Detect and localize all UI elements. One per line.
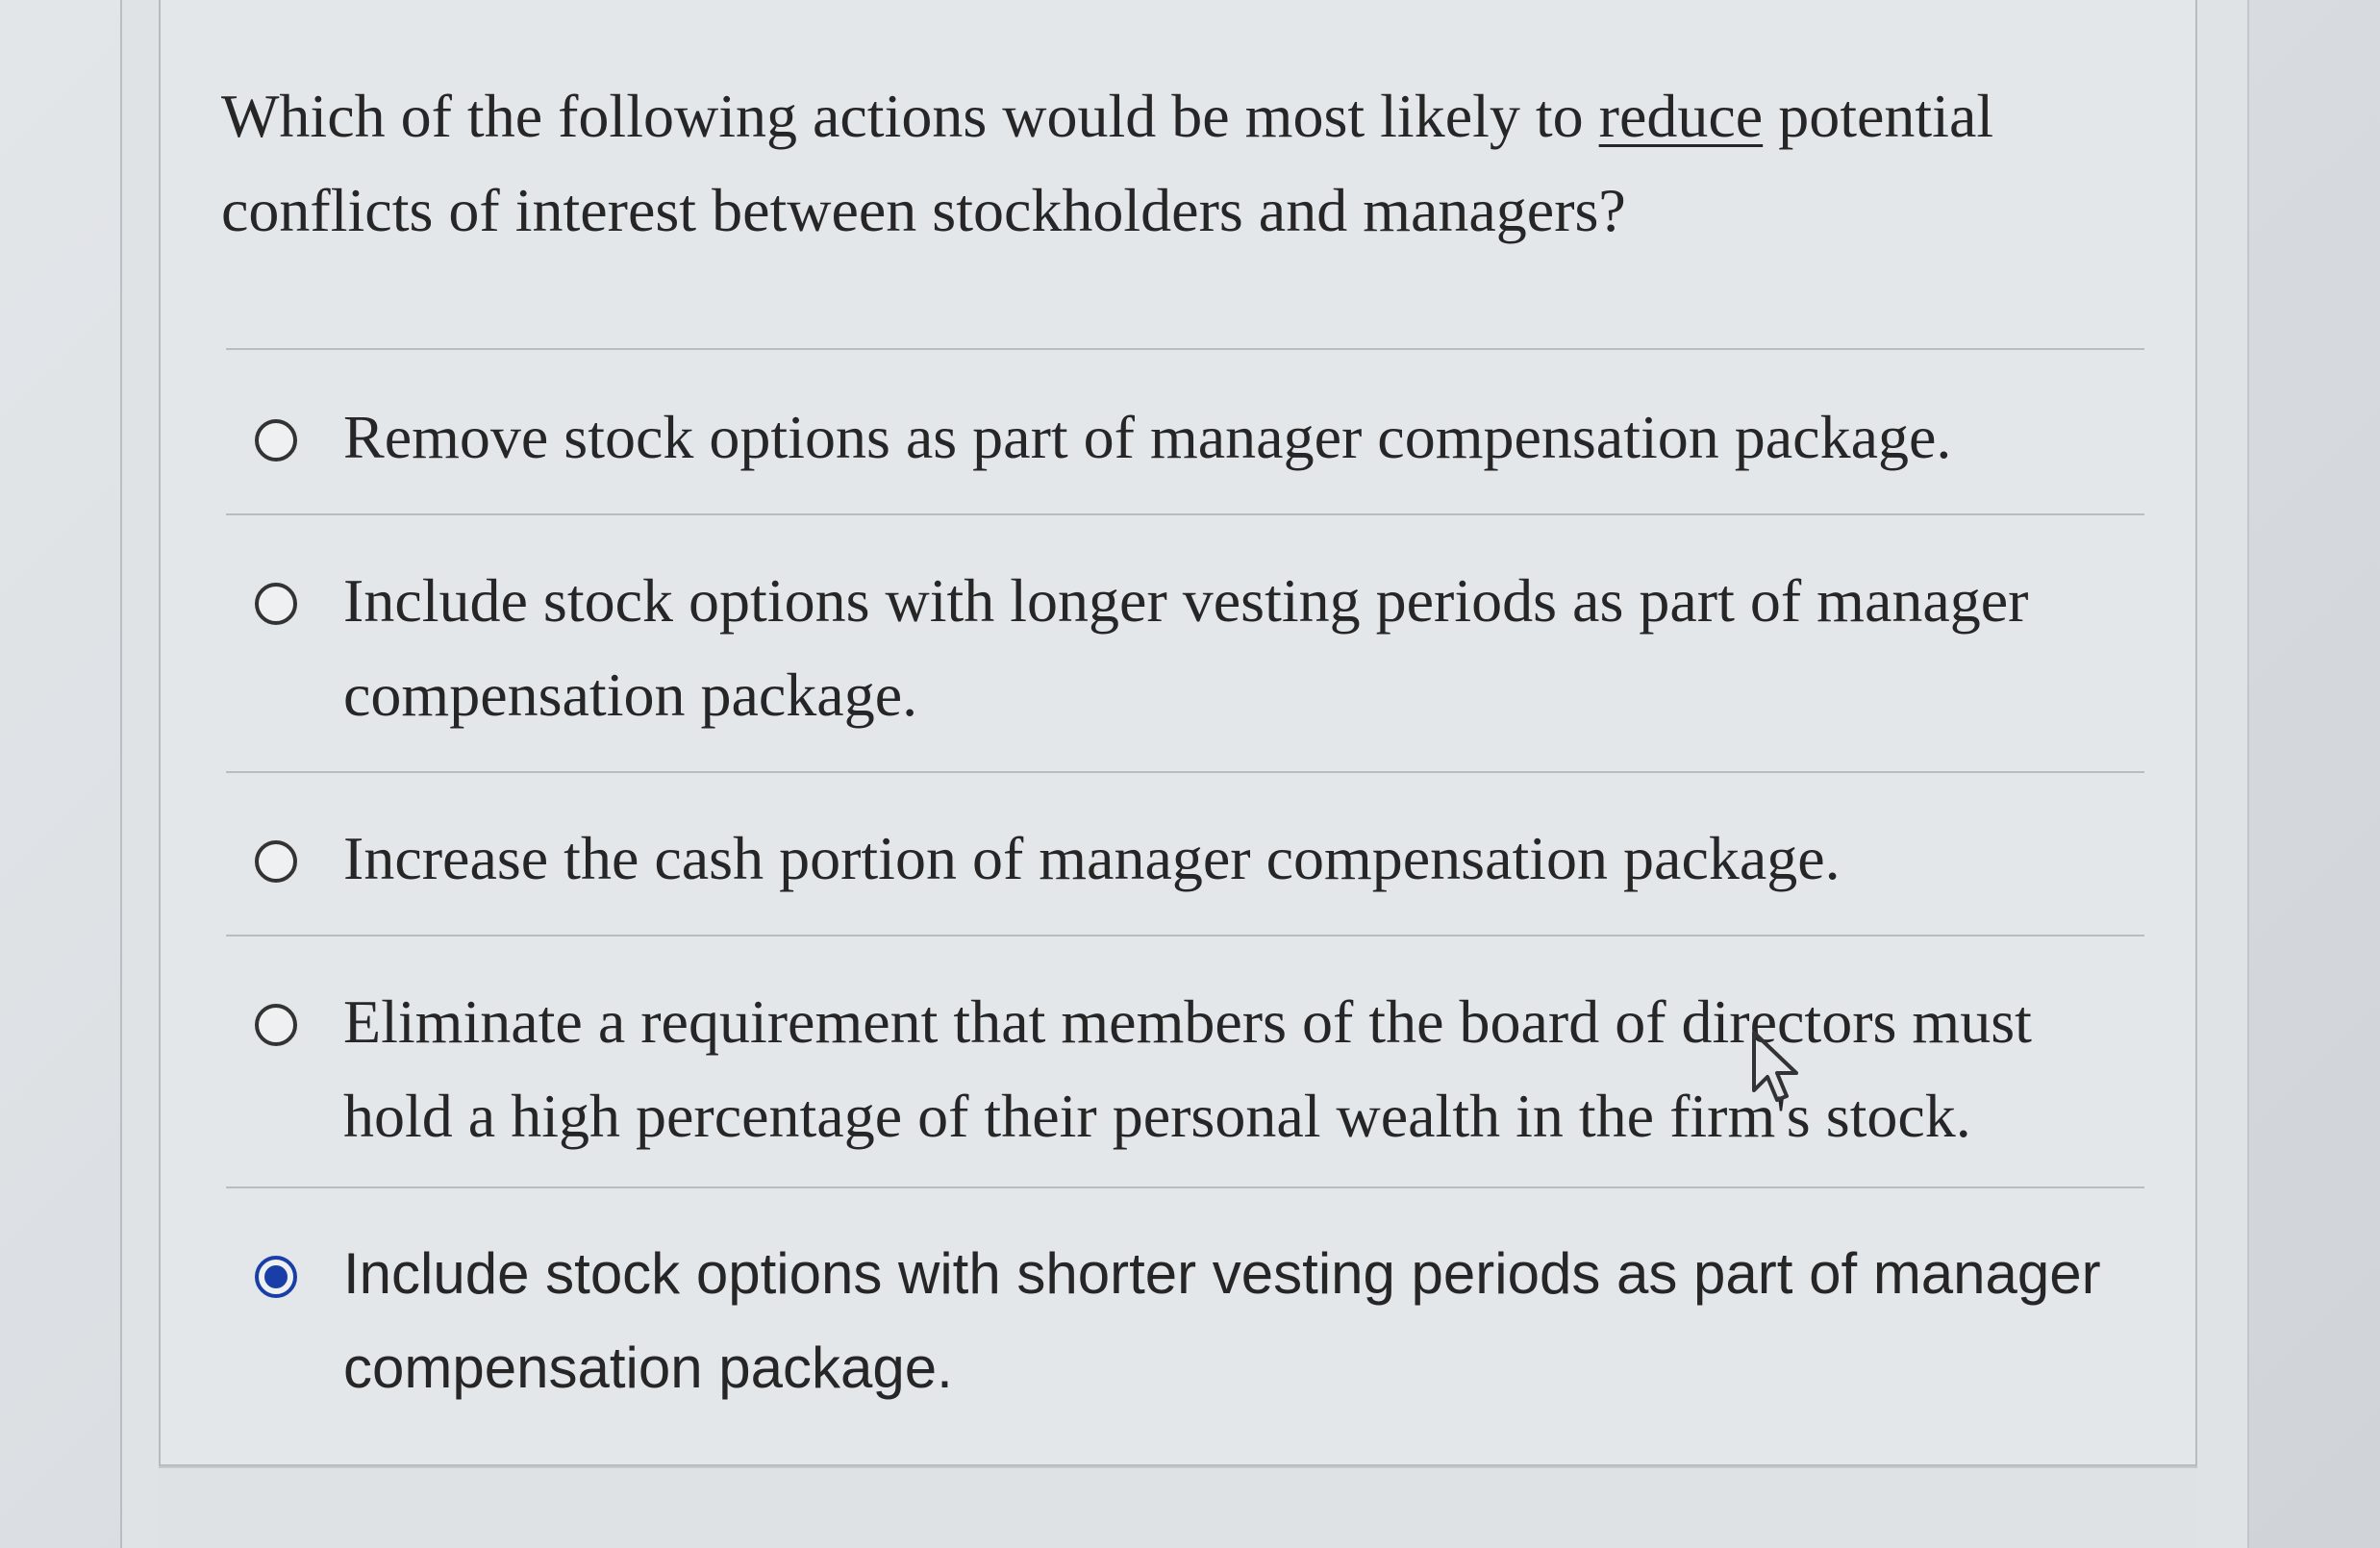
option-1[interactable]: Remove stock options as part of manager … — [226, 348, 2144, 513]
question-prompt: Which of the following actions would be … — [221, 69, 2144, 258]
card-footer-area — [159, 1466, 2197, 1548]
radio-button-option-3[interactable] — [255, 840, 297, 883]
option-label: Include stock options with longer vestin… — [343, 566, 2029, 729]
answer-options: Remove stock options as part of manager … — [226, 348, 2144, 1436]
question-card: Which of the following actions would be … — [159, 0, 2197, 1466]
screen: Which of the following actions would be … — [0, 0, 2380, 1548]
option-4[interactable]: Eliminate a requirement that members of … — [226, 935, 2144, 1186]
option-3[interactable]: Increase the cash portion of manager com… — [226, 771, 2144, 935]
option-5[interactable]: Include stock options with shorter vesti… — [226, 1186, 2144, 1436]
option-2[interactable]: Include stock options with longer vestin… — [226, 513, 2144, 771]
radio-button-option-5-selected[interactable] — [255, 1256, 297, 1298]
radio-button-option-4[interactable] — [255, 1004, 297, 1046]
option-label: Eliminate a requirement that members of … — [343, 987, 2032, 1150]
option-label: Remove stock options as part of manager … — [343, 403, 1952, 471]
option-label: Increase the cash portion of manager com… — [343, 824, 1841, 892]
question-emphasis: reduce — [1598, 82, 1764, 150]
question-text-before: Which of the following actions would be … — [221, 82, 1599, 150]
radio-button-option-2[interactable] — [255, 583, 297, 625]
option-label: Include stock options with shorter vesti… — [343, 1241, 2101, 1400]
radio-button-option-1[interactable] — [255, 419, 297, 462]
